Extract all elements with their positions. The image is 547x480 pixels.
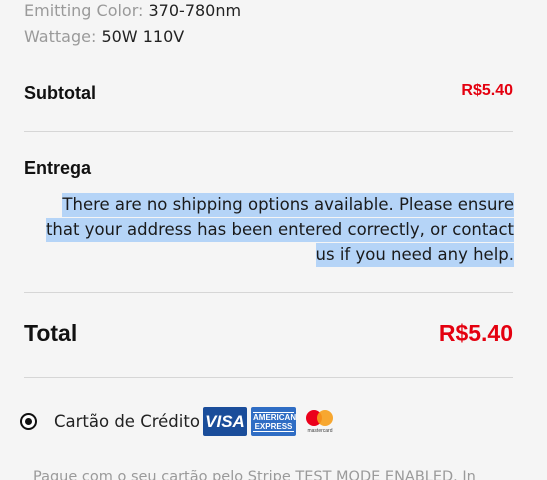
product-attribute-wattage: Wattage: 50W 110V — [24, 27, 184, 47]
product-attribute-emitting-color: Emitting Color: 370-780nm — [24, 1, 241, 21]
attribute-value: 50W 110V — [101, 27, 185, 46]
amex-text: AMERICAN EXPRESS — [253, 412, 297, 432]
payment-method-radio[interactable] — [20, 413, 37, 430]
attribute-key: Wattage: — [24, 27, 97, 46]
amex-icon: AMERICAN EXPRESS — [251, 407, 296, 436]
mastercard-text: mastercard — [307, 428, 333, 434]
visa-icon: VISA — [203, 407, 247, 436]
subtotal-label: Subtotal — [24, 83, 96, 103]
subtotal-value: R$5.40 — [461, 82, 513, 99]
divider — [24, 377, 513, 378]
shipping-label: Entrega — [24, 158, 92, 178]
shipping-message: There are no shipping options available.… — [24, 192, 514, 267]
payment-method-label[interactable]: Cartão de Crédito — [54, 412, 200, 432]
divider — [24, 292, 513, 293]
mastercard-icon: mastercard — [302, 407, 338, 436]
shipping-message-text: There are no shipping options available.… — [45, 193, 514, 267]
divider — [24, 131, 513, 132]
total-value: R$5.40 — [438, 320, 513, 346]
attribute-value: 370-780nm — [148, 1, 242, 20]
total-label: Total — [24, 320, 78, 346]
payment-description: Pague com o seu cartão pelo Stripe TEST … — [33, 469, 476, 480]
attribute-key: Emitting Color: — [24, 1, 144, 20]
mastercard-orange-circle — [317, 410, 333, 426]
